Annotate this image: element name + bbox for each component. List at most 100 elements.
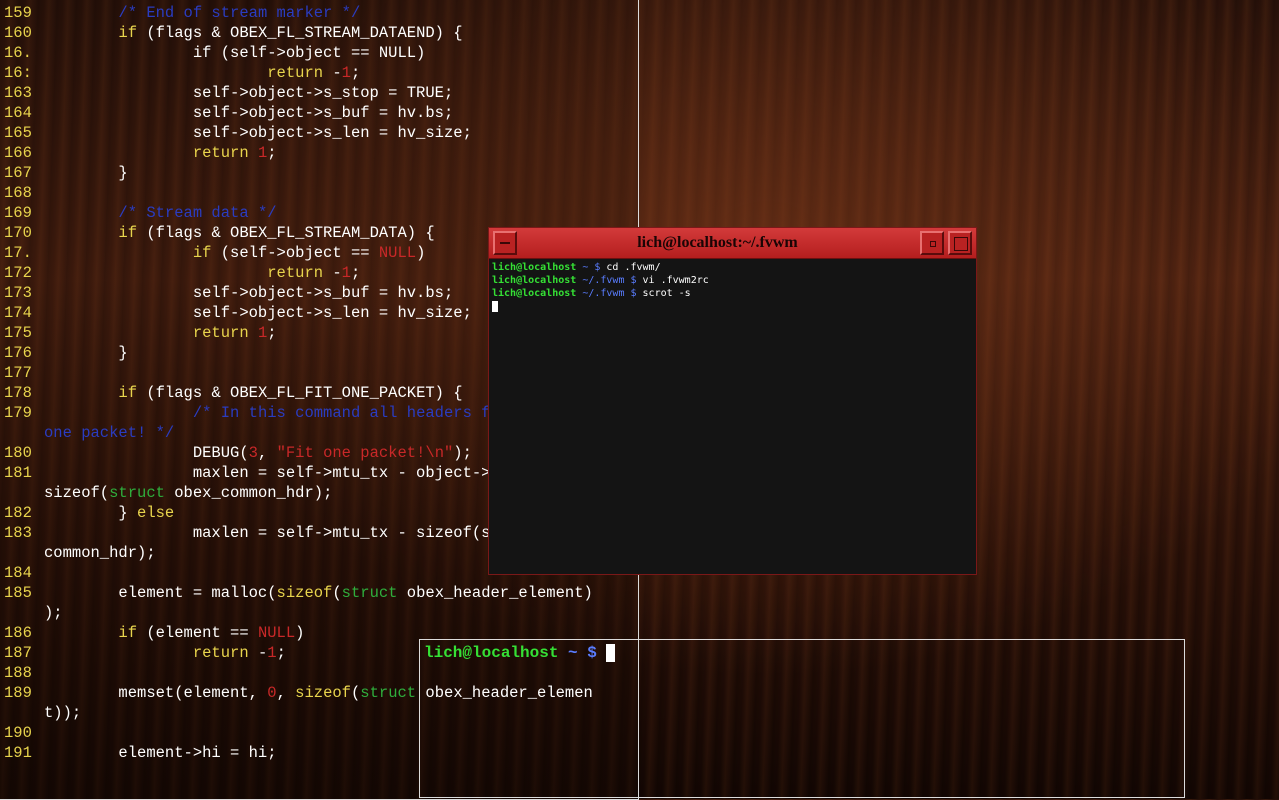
code-token: struct [109, 484, 165, 502]
line-number: 177 [4, 364, 32, 382]
prompt-user: lich@localhost [492, 288, 577, 299]
code-token: ( [332, 584, 342, 602]
code-token: ) [416, 244, 426, 262]
code-line: 175 return 1; [0, 323, 277, 343]
line-number: 166 [4, 144, 32, 162]
code-token: self->object->s_stop = TRUE; [44, 84, 454, 102]
code-line: 160 if (flags & OBEX_FL_STREAM_DATAEND) … [0, 23, 463, 43]
line-number: 170 [4, 224, 32, 242]
code-token: element = malloc( [44, 584, 277, 602]
code-token: if [192, 244, 212, 262]
text-cursor [606, 643, 616, 662]
code-token: obex_header_element) [397, 584, 593, 602]
line-number: 16: [4, 64, 32, 82]
line-number: 180 [4, 444, 32, 462]
code-token: struct [341, 584, 398, 602]
shell-prompt[interactable]: lich@localhost ~ $ [424, 643, 616, 663]
code-token: ; [350, 64, 361, 82]
code-token: ); [44, 604, 63, 622]
code-token: ); [453, 444, 472, 462]
code-line: 163 self->object->s_stop = TRUE; [0, 83, 453, 103]
code-token: ( [350, 684, 361, 702]
prompt-user: lich@localhost [492, 275, 577, 286]
line-number: 167 [4, 164, 32, 182]
prompt-path: ~ $ [558, 644, 607, 662]
code-token: ) [295, 624, 305, 642]
code-line: 180 DEBUG(3, "Fit one packet!\n"); [0, 443, 472, 463]
code-token: memset(element, [44, 684, 268, 702]
iconify-button[interactable] [920, 231, 944, 255]
prompt-path: ~ $ [576, 262, 601, 273]
code-token: - [323, 64, 342, 82]
line-number: 165 [4, 124, 32, 142]
maximize-button[interactable] [948, 231, 972, 255]
line-number: 189 [4, 684, 32, 702]
line-number: 190 [4, 724, 32, 742]
code-token: obex_common_hdr); [164, 484, 333, 502]
code-token: ; [350, 264, 361, 282]
code-line: t)); [0, 703, 81, 723]
code-token: sizeof [276, 584, 333, 602]
code-line: 164 self->object->s_buf = hv.bs; [0, 103, 453, 123]
code-token: element->hi = hi; [44, 744, 277, 762]
terminal-output[interactable]: lich@localhost ~ $ cd .fvwm/lich@localho… [492, 261, 973, 571]
code-token: } [44, 344, 128, 362]
code-token: if (self->object == NULL) [44, 44, 426, 62]
code-token: one packet! */ [44, 424, 175, 442]
code-line: 168 [0, 183, 44, 203]
code-line: 167 } [0, 163, 128, 183]
terminal-line: lich@localhost ~ $ cd .fvwm/ [492, 261, 973, 274]
minimize-icon [500, 242, 510, 244]
prompt-path: ~/.fvwm $ [576, 288, 637, 299]
line-number: 159 [4, 4, 32, 22]
code-token: (flags & OBEX_FL_STREAM_DATA) { [137, 224, 435, 242]
code-token: /* End of stream marker */ [118, 4, 361, 22]
terminal-window[interactable]: lich@localhost:~/.fvwm lich@localhost ~ … [488, 227, 977, 575]
line-number: 174 [4, 304, 32, 322]
terminal-line [492, 300, 973, 313]
code-line: one packet! */ [0, 423, 174, 443]
prompt-path: ~/.fvwm $ [576, 275, 637, 286]
code-token: if [118, 224, 138, 242]
code-token: struct [360, 684, 417, 702]
code-line: 174 self->object->s_len = hv_size; [0, 303, 472, 323]
code-line: 188 [0, 663, 44, 683]
code-line: 173 self->object->s_buf = hv.bs; [0, 283, 453, 303]
code-line: 186 if (element == NULL) [0, 623, 304, 643]
line-number: 187 [4, 644, 32, 662]
code-token: sizeof [295, 684, 351, 702]
code-line: 190 [0, 723, 44, 743]
line-number: 176 [4, 344, 32, 362]
code-token: (flags & OBEX_FL_STREAM_DATAEND) { [137, 24, 463, 42]
code-token: 1 [257, 144, 268, 162]
bottom-terminal[interactable]: lich@localhost ~ $ [419, 639, 1185, 798]
code-line: 16: return -1; [0, 63, 360, 83]
code-token: self->object->s_len = hv_size; [44, 304, 472, 322]
code-token: t)); [44, 704, 82, 722]
code-line: 170 if (flags & OBEX_FL_STREAM_DATA) { [0, 223, 435, 243]
line-number: 178 [4, 384, 32, 402]
code-line: ); [0, 603, 63, 623]
code-token: - [323, 264, 342, 282]
code-line: 166 return 1; [0, 143, 277, 163]
code-token: NULL [378, 244, 417, 262]
window-titlebar[interactable]: lich@localhost:~/.fvwm [489, 228, 976, 259]
minimize-button[interactable] [493, 231, 517, 255]
line-number: 169 [4, 204, 32, 222]
command-text: scrot -s [636, 288, 691, 299]
code-token: self->object->s_buf = hv.bs; [44, 104, 454, 122]
code-token: if [118, 624, 138, 642]
line-number: 179 [4, 404, 32, 422]
line-number: 188 [4, 664, 32, 682]
code-line: common_hdr); [0, 543, 156, 563]
code-token: , [257, 444, 277, 462]
text-cursor [492, 300, 498, 312]
code-token: self->object->s_len = hv_size; [44, 124, 472, 142]
code-line: sizeof(struct obex_common_hdr); [0, 483, 332, 503]
line-number: 191 [4, 744, 32, 762]
code-line: 159 /* End of stream marker */ [0, 3, 360, 23]
